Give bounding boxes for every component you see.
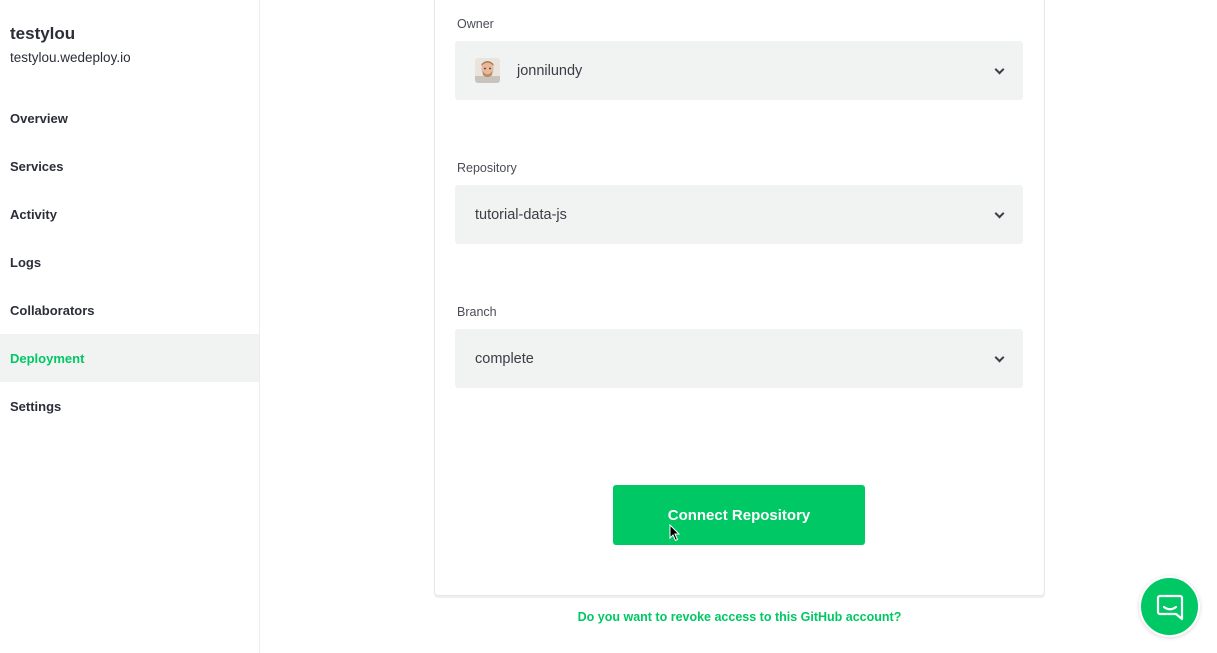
sidebar-nav: Overview Services Activity Logs Collabor…	[0, 94, 259, 430]
sidebar-item-activity[interactable]: Activity	[0, 190, 259, 238]
sidebar: testylou testylou.wedeploy.io Overview S…	[0, 0, 260, 653]
repository-select[interactable]: tutorial-data-js	[455, 185, 1023, 244]
chevron-down-icon	[994, 208, 1005, 218]
chat-icon	[1156, 594, 1183, 620]
sidebar-item-settings[interactable]: Settings	[0, 382, 259, 430]
connect-repository-button[interactable]: Connect Repository	[613, 485, 865, 545]
chevron-down-icon	[994, 64, 1005, 74]
repository-label: Repository	[457, 161, 517, 175]
mouse-cursor-icon	[669, 524, 681, 542]
branch-select[interactable]: complete	[455, 329, 1023, 388]
sidebar-item-overview[interactable]: Overview	[0, 94, 259, 142]
sidebar-item-services[interactable]: Services	[0, 142, 259, 190]
chat-launcher-button[interactable]	[1139, 576, 1200, 637]
project-name: testylou	[10, 24, 76, 43]
sidebar-item-collaborators[interactable]: Collaborators	[0, 286, 259, 334]
chevron-down-icon	[994, 352, 1005, 362]
branch-label: Branch	[457, 305, 497, 319]
project-domain[interactable]: testylou.wedeploy.io	[10, 50, 131, 65]
owner-value: jonnilundy	[517, 62, 583, 79]
branch-value: complete	[475, 350, 534, 367]
sidebar-item-logs[interactable]: Logs	[0, 238, 259, 286]
owner-label: Owner	[457, 17, 494, 31]
avatar	[475, 58, 500, 83]
owner-select[interactable]: jonnilundy	[455, 41, 1023, 100]
sidebar-item-deployment[interactable]: Deployment	[0, 334, 259, 382]
revoke-access-link[interactable]: Do you want to revoke access to this Git…	[434, 610, 1045, 624]
repository-value: tutorial-data-js	[475, 206, 567, 223]
